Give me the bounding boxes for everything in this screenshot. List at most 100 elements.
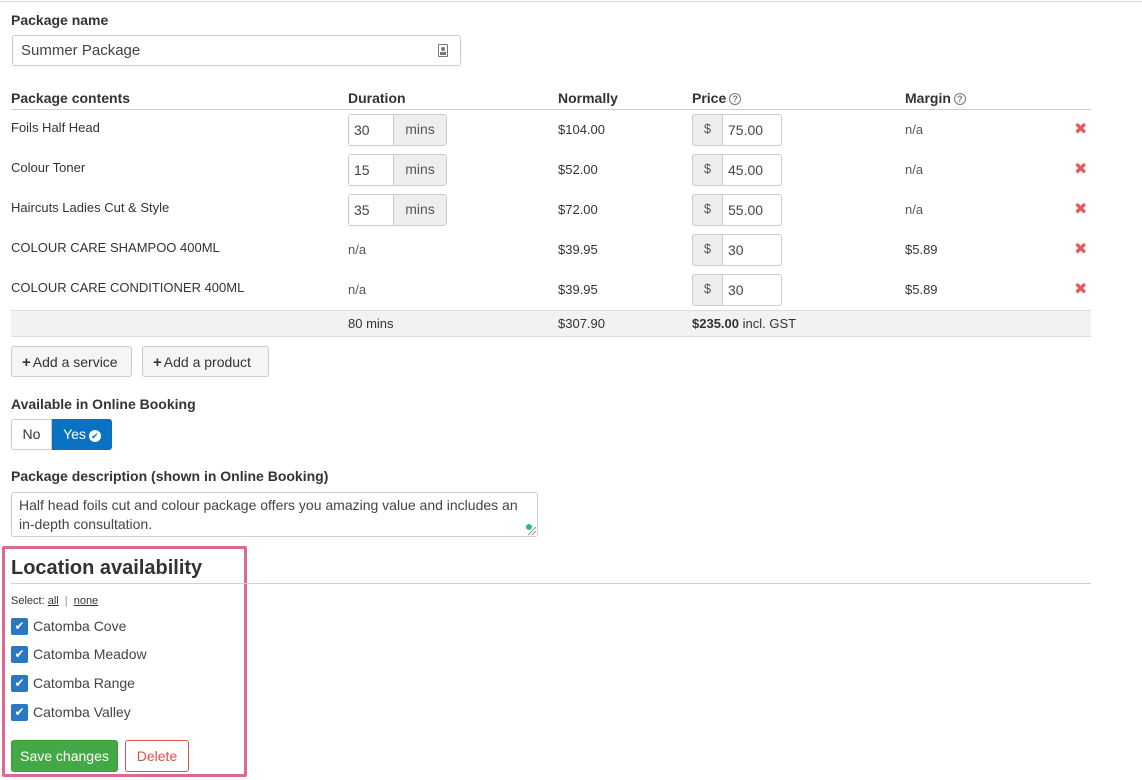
row-name: Foils Half Head — [11, 120, 100, 135]
currency-addon: $ — [692, 274, 723, 306]
location-label: Catomba Range — [33, 675, 135, 691]
row-normally: $39.95 — [558, 242, 598, 257]
price-group: $ 30 — [692, 234, 782, 266]
price-group: $ 75.00 — [692, 114, 782, 146]
resize-handle-icon[interactable] — [528, 527, 536, 535]
package-name-label: Package name — [11, 12, 109, 28]
currency-addon: $ — [692, 114, 723, 146]
duration-input[interactable]: 35 — [348, 194, 394, 226]
add-product-label: Add a product — [163, 354, 251, 370]
row-duration: n/a — [348, 242, 367, 257]
header-price: Price? — [692, 90, 742, 106]
plus-icon: + — [153, 354, 162, 371]
location-checkbox-item[interactable]: ✔ Catomba Range — [11, 674, 135, 692]
header-duration: Duration — [348, 90, 406, 106]
row-name: COLOUR CARE SHAMPOO 400ML — [11, 240, 220, 255]
total-price: $235.00 incl. GST — [692, 316, 796, 331]
duration-group: 30 mins — [348, 114, 447, 146]
row-name: COLOUR CARE CONDITIONER 400ML — [11, 280, 245, 295]
price-group: $ 55.00 — [692, 194, 782, 226]
contact-card-icon — [438, 44, 448, 57]
total-price-suffix: incl. GST — [742, 316, 797, 331]
margin-help-icon[interactable]: ? — [953, 93, 966, 105]
duration-unit: mins — [394, 154, 447, 186]
location-checkbox-item[interactable]: ✔ Catomba Cove — [11, 617, 126, 635]
location-divider — [11, 583, 1091, 584]
top-divider — [0, 1, 1142, 2]
remove-row-icon[interactable]: ✖ — [1074, 122, 1087, 138]
select-prefix: Select: — [11, 595, 45, 607]
select-none-link[interactable]: none — [74, 595, 98, 607]
online-booking-label: Available in Online Booking — [11, 396, 196, 412]
remove-row-icon[interactable]: ✖ — [1074, 202, 1087, 218]
remove-row-icon[interactable]: ✖ — [1074, 282, 1087, 298]
remove-row-icon[interactable]: ✖ — [1074, 242, 1087, 258]
price-group: $ 30 — [692, 274, 782, 306]
total-duration: 80 mins — [348, 316, 394, 331]
save-changes-button[interactable]: Save changes — [11, 740, 118, 772]
description-value: Half head foils cut and colour package o… — [19, 497, 518, 532]
currency-addon: $ — [692, 194, 723, 226]
row-margin: n/a — [905, 202, 924, 217]
duration-input[interactable]: 30 — [348, 114, 394, 146]
duration-input[interactable]: 15 — [348, 154, 394, 186]
row-normally: $104.00 — [558, 122, 605, 137]
currency-addon: $ — [692, 234, 723, 266]
location-availability-title: Location availability — [11, 557, 203, 579]
row-margin: $5.89 — [905, 282, 938, 297]
row-margin: $5.89 — [905, 242, 938, 257]
table-header-divider — [11, 109, 1091, 110]
header-price-label: Price — [692, 90, 727, 106]
location-label: Catomba Cove — [33, 618, 127, 634]
total-price-value: $235.00 — [692, 316, 739, 331]
row-name: Colour Toner — [11, 160, 86, 175]
remove-row-icon[interactable]: ✖ — [1074, 162, 1087, 178]
row-margin: n/a — [905, 122, 924, 137]
checkbox-checked-icon[interactable]: ✔ — [11, 617, 28, 635]
row-normally: $39.95 — [558, 282, 598, 297]
duration-group: 15 mins — [348, 154, 447, 186]
price-help-icon[interactable]: ? — [729, 93, 742, 105]
duration-unit: mins — [394, 114, 447, 146]
price-input[interactable]: 75.00 — [723, 114, 782, 146]
online-booking-yes-button[interactable]: Yes ✔ — [52, 419, 112, 450]
duration-group: 35 mins — [348, 194, 447, 226]
add-service-label: Add a service — [32, 354, 118, 370]
online-booking-no-button[interactable]: No — [11, 419, 52, 450]
location-checkbox-item[interactable]: ✔ Catomba Meadow — [11, 645, 147, 663]
add-service-button[interactable]: + Add a service — [11, 346, 132, 377]
location-label: Catomba Meadow — [33, 646, 147, 662]
package-name-input[interactable]: Summer Package — [12, 35, 461, 66]
row-normally: $52.00 — [558, 162, 598, 177]
checkbox-checked-icon[interactable]: ✔ — [11, 703, 28, 721]
price-group: $ 45.00 — [692, 154, 782, 186]
checkbox-checked-icon[interactable]: ✔ — [11, 674, 28, 692]
location-checkbox-item[interactable]: ✔ Catomba Valley — [11, 703, 131, 721]
select-separator: | — [64, 595, 68, 607]
package-name-value: Summer Package — [21, 42, 141, 59]
header-normally: Normally — [558, 90, 618, 106]
row-name: Haircuts Ladies Cut & Style — [11, 200, 170, 215]
online-booking-toggle: No Yes ✔ — [11, 419, 112, 450]
price-input[interactable]: 30 — [723, 274, 782, 306]
price-input[interactable]: 45.00 — [723, 154, 782, 186]
check-circle-icon: ✔ — [88, 430, 101, 442]
location-label: Catomba Valley — [33, 704, 131, 720]
online-booking-yes-label: Yes — [63, 426, 86, 442]
price-input[interactable]: 55.00 — [723, 194, 782, 226]
add-product-button[interactable]: + Add a product — [142, 346, 269, 377]
checkbox-checked-icon[interactable]: ✔ — [11, 645, 28, 663]
select-all-link[interactable]: all — [48, 595, 59, 607]
plus-icon: + — [22, 354, 31, 371]
currency-addon: $ — [692, 154, 723, 186]
price-input[interactable]: 30 — [723, 234, 782, 266]
row-margin: n/a — [905, 162, 924, 177]
delete-button[interactable]: Delete — [125, 740, 189, 772]
header-margin: Margin? — [905, 90, 966, 106]
select-links: Select: all | none — [11, 595, 98, 607]
description-textarea[interactable]: Half head foils cut and colour package o… — [11, 492, 538, 537]
header-package-contents: Package contents — [11, 90, 131, 106]
total-normally: $307.90 — [558, 316, 605, 331]
description-label: Package description (shown in Online Boo… — [11, 468, 329, 484]
totals-row — [11, 310, 1091, 337]
